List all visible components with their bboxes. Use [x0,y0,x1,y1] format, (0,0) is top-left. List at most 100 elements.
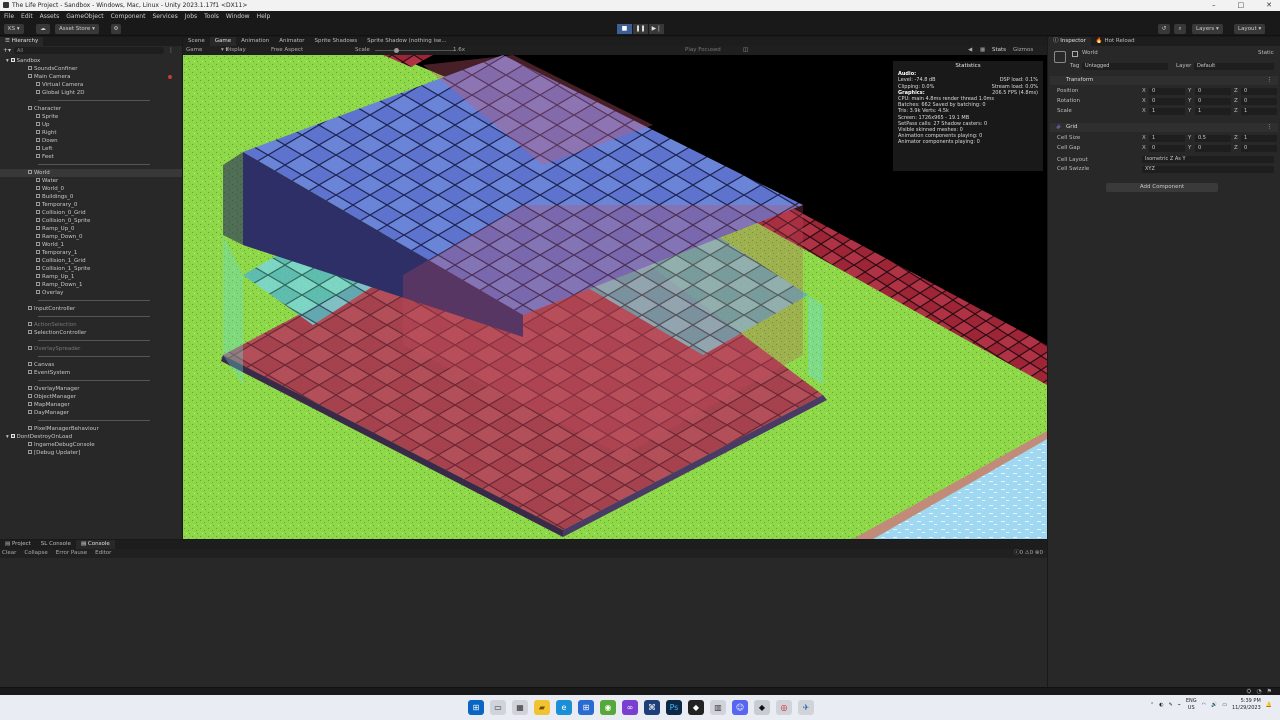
recorder-icon[interactable]: ◎ [776,700,792,715]
volume-icon[interactable]: 🔊 [1211,702,1217,708]
vector-y-field[interactable]: 0 [1195,145,1231,152]
tray-network-icon[interactable]: ⌁ [1178,702,1181,708]
hierarchy-item[interactable]: World_0 [0,185,182,193]
menu-item-file[interactable]: File [4,11,14,22]
speaker-icon[interactable]: ◀ [968,46,972,55]
hierarchy-item[interactable]: OverlayManager [0,385,182,393]
hierarchy-item[interactable]: ObjectManager [0,393,182,401]
start-menu-icon[interactable]: ⊞ [468,700,484,715]
tab-hot-reload[interactable]: 🔥 Hot Reload [1091,37,1140,46]
hierarchy-item[interactable]: EventSystem [0,369,182,377]
menu-item-window[interactable]: Window [226,11,250,22]
vector-y-field[interactable]: 0 [1195,98,1231,105]
visual-studio-icon[interactable]: ∞ [622,700,638,715]
warning-count-icon[interactable]: ⚠0 [1025,550,1033,556]
tab-sprite-shadow-nothing-ise[interactable]: Sprite Shadow (nothing ise... [362,37,451,46]
tray-pen-icon[interactable]: ✎ [1169,702,1173,708]
menu-item-services[interactable]: Services [152,11,177,22]
vector-x-field[interactable]: 1 [1149,135,1185,142]
menu-item-help[interactable]: Help [257,11,271,22]
vector-y-field[interactable]: 0.5 [1195,135,1231,142]
transform-header[interactable]: Transform ⋮ [1050,76,1278,85]
tab-scene[interactable]: Scene [183,37,210,46]
component-menu-icon[interactable]: ⋮ [1267,76,1273,85]
scale-slider-thumb[interactable] [394,48,399,53]
code-editor-icon[interactable]: ⌘ [644,700,660,715]
vector-x-field[interactable]: 0 [1149,145,1185,152]
file-explorer-icon[interactable]: ▰ [534,700,550,715]
hierarchy-item[interactable]: Ramp_Up_1 [0,273,182,281]
play-button[interactable]: ■ [617,24,632,34]
asset-store-button[interactable]: Asset Store ▾ [55,24,99,34]
hierarchy-item[interactable]: Virtual Camera [0,81,182,89]
battery-icon[interactable]: ▭ [1222,702,1227,708]
layers-dropdown[interactable]: Layers ▾ [1192,24,1223,34]
stats-toggle[interactable]: Stats [992,46,1006,55]
task-view-icon[interactable]: ▭ [490,700,506,715]
gizmos-dropdown[interactable]: Gizmos [1013,46,1033,55]
pause-button[interactable]: ❚❚ [633,24,648,34]
game-viewport[interactable]: Statistics Audio: Level: -74.8 dB DSP loa… [183,55,1047,539]
wifi-icon[interactable]: ◠ [1202,702,1206,708]
account-button[interactable]: KS ▾ [4,24,24,34]
vector-x-field[interactable]: 0 [1149,98,1185,105]
hierarchy-item[interactable]: [Debug Updater] [0,449,182,457]
hierarchy-item[interactable]: World [0,169,182,177]
unity-hub-icon[interactable]: ◆ [688,700,704,715]
tab-console[interactable]: ▤ Console [75,540,115,549]
hierarchy-item[interactable]: Ramp_Down_1 [0,281,182,289]
hierarchy-item[interactable]: Feet [0,153,182,161]
history-icon[interactable]: ↺ [1158,24,1170,34]
add-object-icon[interactable]: +▾ [3,47,11,54]
hierarchy-search-input[interactable]: All [14,47,164,54]
settings-icon[interactable]: ⚙ [111,24,121,34]
vector-y-field[interactable]: 1 [1195,108,1231,115]
hierarchy-item[interactable]: Ramp_Up_0 [0,225,182,233]
hierarchy-item[interactable]: SoundsConfiner [0,65,182,73]
vector-z-field[interactable]: 0 [1241,98,1277,105]
edge-browser-icon[interactable]: e [556,700,572,715]
hierarchy-item[interactable]: Temporary_1 [0,249,182,257]
game-mode-dropdown[interactable]: Game [186,46,202,55]
hierarchy-item[interactable]: Temporary_0 [0,201,182,209]
hierarchy-item[interactable]: MapManager [0,401,182,409]
discord-icon[interactable]: ☺ [732,700,748,715]
hierarchy-item[interactable]: Up [0,121,182,129]
tab-animator[interactable]: Animator [274,37,309,46]
menu-item-component[interactable]: Component [111,11,146,22]
console-clear-button[interactable]: Clear [2,549,16,558]
hierarchy-item[interactable]: DayManager [0,409,182,417]
frame-debug-icon[interactable]: ▦ [980,46,985,55]
grid-header[interactable]: # Grid ⋮ [1050,123,1278,132]
cell-layout-dropdown[interactable]: Isometric Z As Y [1142,156,1274,163]
language-indicator[interactable]: ENG US [1186,698,1197,712]
hierarchy-item[interactable]: Collision_1_Sprite [0,265,182,273]
tab-game[interactable]: Game [209,37,237,46]
vector-z-field[interactable]: 0 [1241,145,1277,152]
tray-overflow-icon[interactable]: ⌃ [1150,702,1154,708]
tab-project[interactable]: ▤ Project [0,540,36,549]
hierarchy-item[interactable]: PixelManagerBehaviour [0,425,182,433]
terminal-icon[interactable]: ▥ [710,700,726,715]
mute-audio-icon[interactable]: ◫ [743,46,748,55]
hierarchy-item[interactable]: Left [0,145,182,153]
hierarchy-item[interactable]: World_1 [0,241,182,249]
layer-dropdown[interactable]: Default [1194,63,1274,70]
rider-icon[interactable]: ✈ [798,700,814,715]
unity-editor-icon[interactable]: ◆ [754,700,770,715]
cell-swizzle-dropdown[interactable]: XYZ [1142,166,1274,173]
minimize-button[interactable]: – [1212,0,1216,11]
hierarchy-item[interactable]: Down [0,137,182,145]
store-icon[interactable]: ⊞ [578,700,594,715]
tag-dropdown[interactable]: Untagged [1082,63,1168,70]
hierarchy-item[interactable]: Collision_1_Grid [0,257,182,265]
close-button[interactable]: ✕ [1266,0,1272,11]
hierarchy-item[interactable]: Collision_0_Sprite [0,217,182,225]
hierarchy-item[interactable]: ▾ DontDestroyOnLoad [0,433,182,441]
notification-bell-icon[interactable]: 🔔 [1266,702,1272,708]
hierarchy-item[interactable]: Buildings_0 [0,193,182,201]
hierarchy-item[interactable]: Water [0,177,182,185]
menu-item-edit[interactable]: Edit [21,11,33,22]
tab-hierarchy[interactable]: ☰ Hierarchy [0,37,44,46]
grid-menu-icon[interactable]: ⋮ [1267,123,1273,132]
